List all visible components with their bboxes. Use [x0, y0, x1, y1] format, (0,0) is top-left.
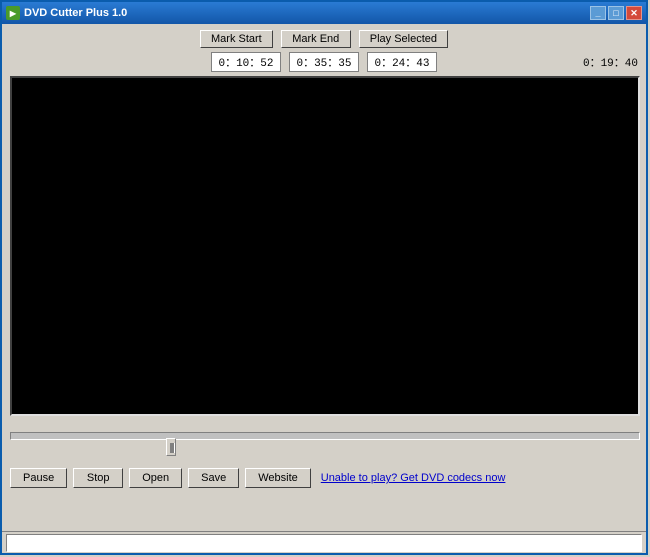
window-title: DVD Cutter Plus 1.0 — [24, 7, 127, 19]
timeline-area[interactable] — [10, 432, 638, 460]
total-time: 0：19：40 — [583, 54, 638, 70]
titlebar: ▶ DVD Cutter Plus 1.0 _ □ ✕ — [2, 2, 646, 24]
status-input[interactable] — [6, 534, 642, 552]
selected-duration: 0：24：43 — [367, 52, 437, 72]
bottom-controls: Pause Stop Open Save Website Unable to p… — [10, 468, 638, 488]
content-area: Mark Start Mark End Play Selected 0：10：5… — [2, 24, 646, 494]
mark-end-time: 0：35：35 — [289, 52, 359, 72]
minimize-button[interactable]: _ — [590, 6, 606, 20]
mark-end-button[interactable]: Mark End — [281, 30, 351, 48]
stop-button[interactable]: Stop — [73, 468, 123, 488]
playhead-thumb[interactable] — [166, 438, 176, 456]
titlebar-buttons: _ □ ✕ — [590, 6, 642, 20]
video-display — [10, 76, 640, 416]
mark-start-button[interactable]: Mark Start — [200, 30, 273, 48]
top-controls: Mark Start Mark End Play Selected — [10, 30, 638, 48]
maximize-button[interactable]: □ — [608, 6, 624, 20]
play-selected-button[interactable]: Play Selected — [359, 30, 448, 48]
pause-button[interactable]: Pause — [10, 468, 67, 488]
main-window: ▶ DVD Cutter Plus 1.0 _ □ ✕ Mark Start M… — [0, 0, 648, 555]
titlebar-left: ▶ DVD Cutter Plus 1.0 — [6, 6, 127, 20]
save-button[interactable]: Save — [188, 468, 239, 488]
website-button[interactable]: Website — [245, 468, 311, 488]
app-icon: ▶ — [6, 6, 20, 20]
time-row: 0：10：52 0：35：35 0：24：43 0：19：40 — [10, 52, 638, 72]
timeline-track[interactable] — [10, 432, 640, 440]
open-button[interactable]: Open — [129, 468, 182, 488]
codec-link[interactable]: Unable to play? Get DVD codecs now — [321, 472, 506, 484]
statusbar — [2, 531, 646, 553]
close-button[interactable]: ✕ — [626, 6, 642, 20]
mark-start-time: 0：10：52 — [211, 52, 281, 72]
